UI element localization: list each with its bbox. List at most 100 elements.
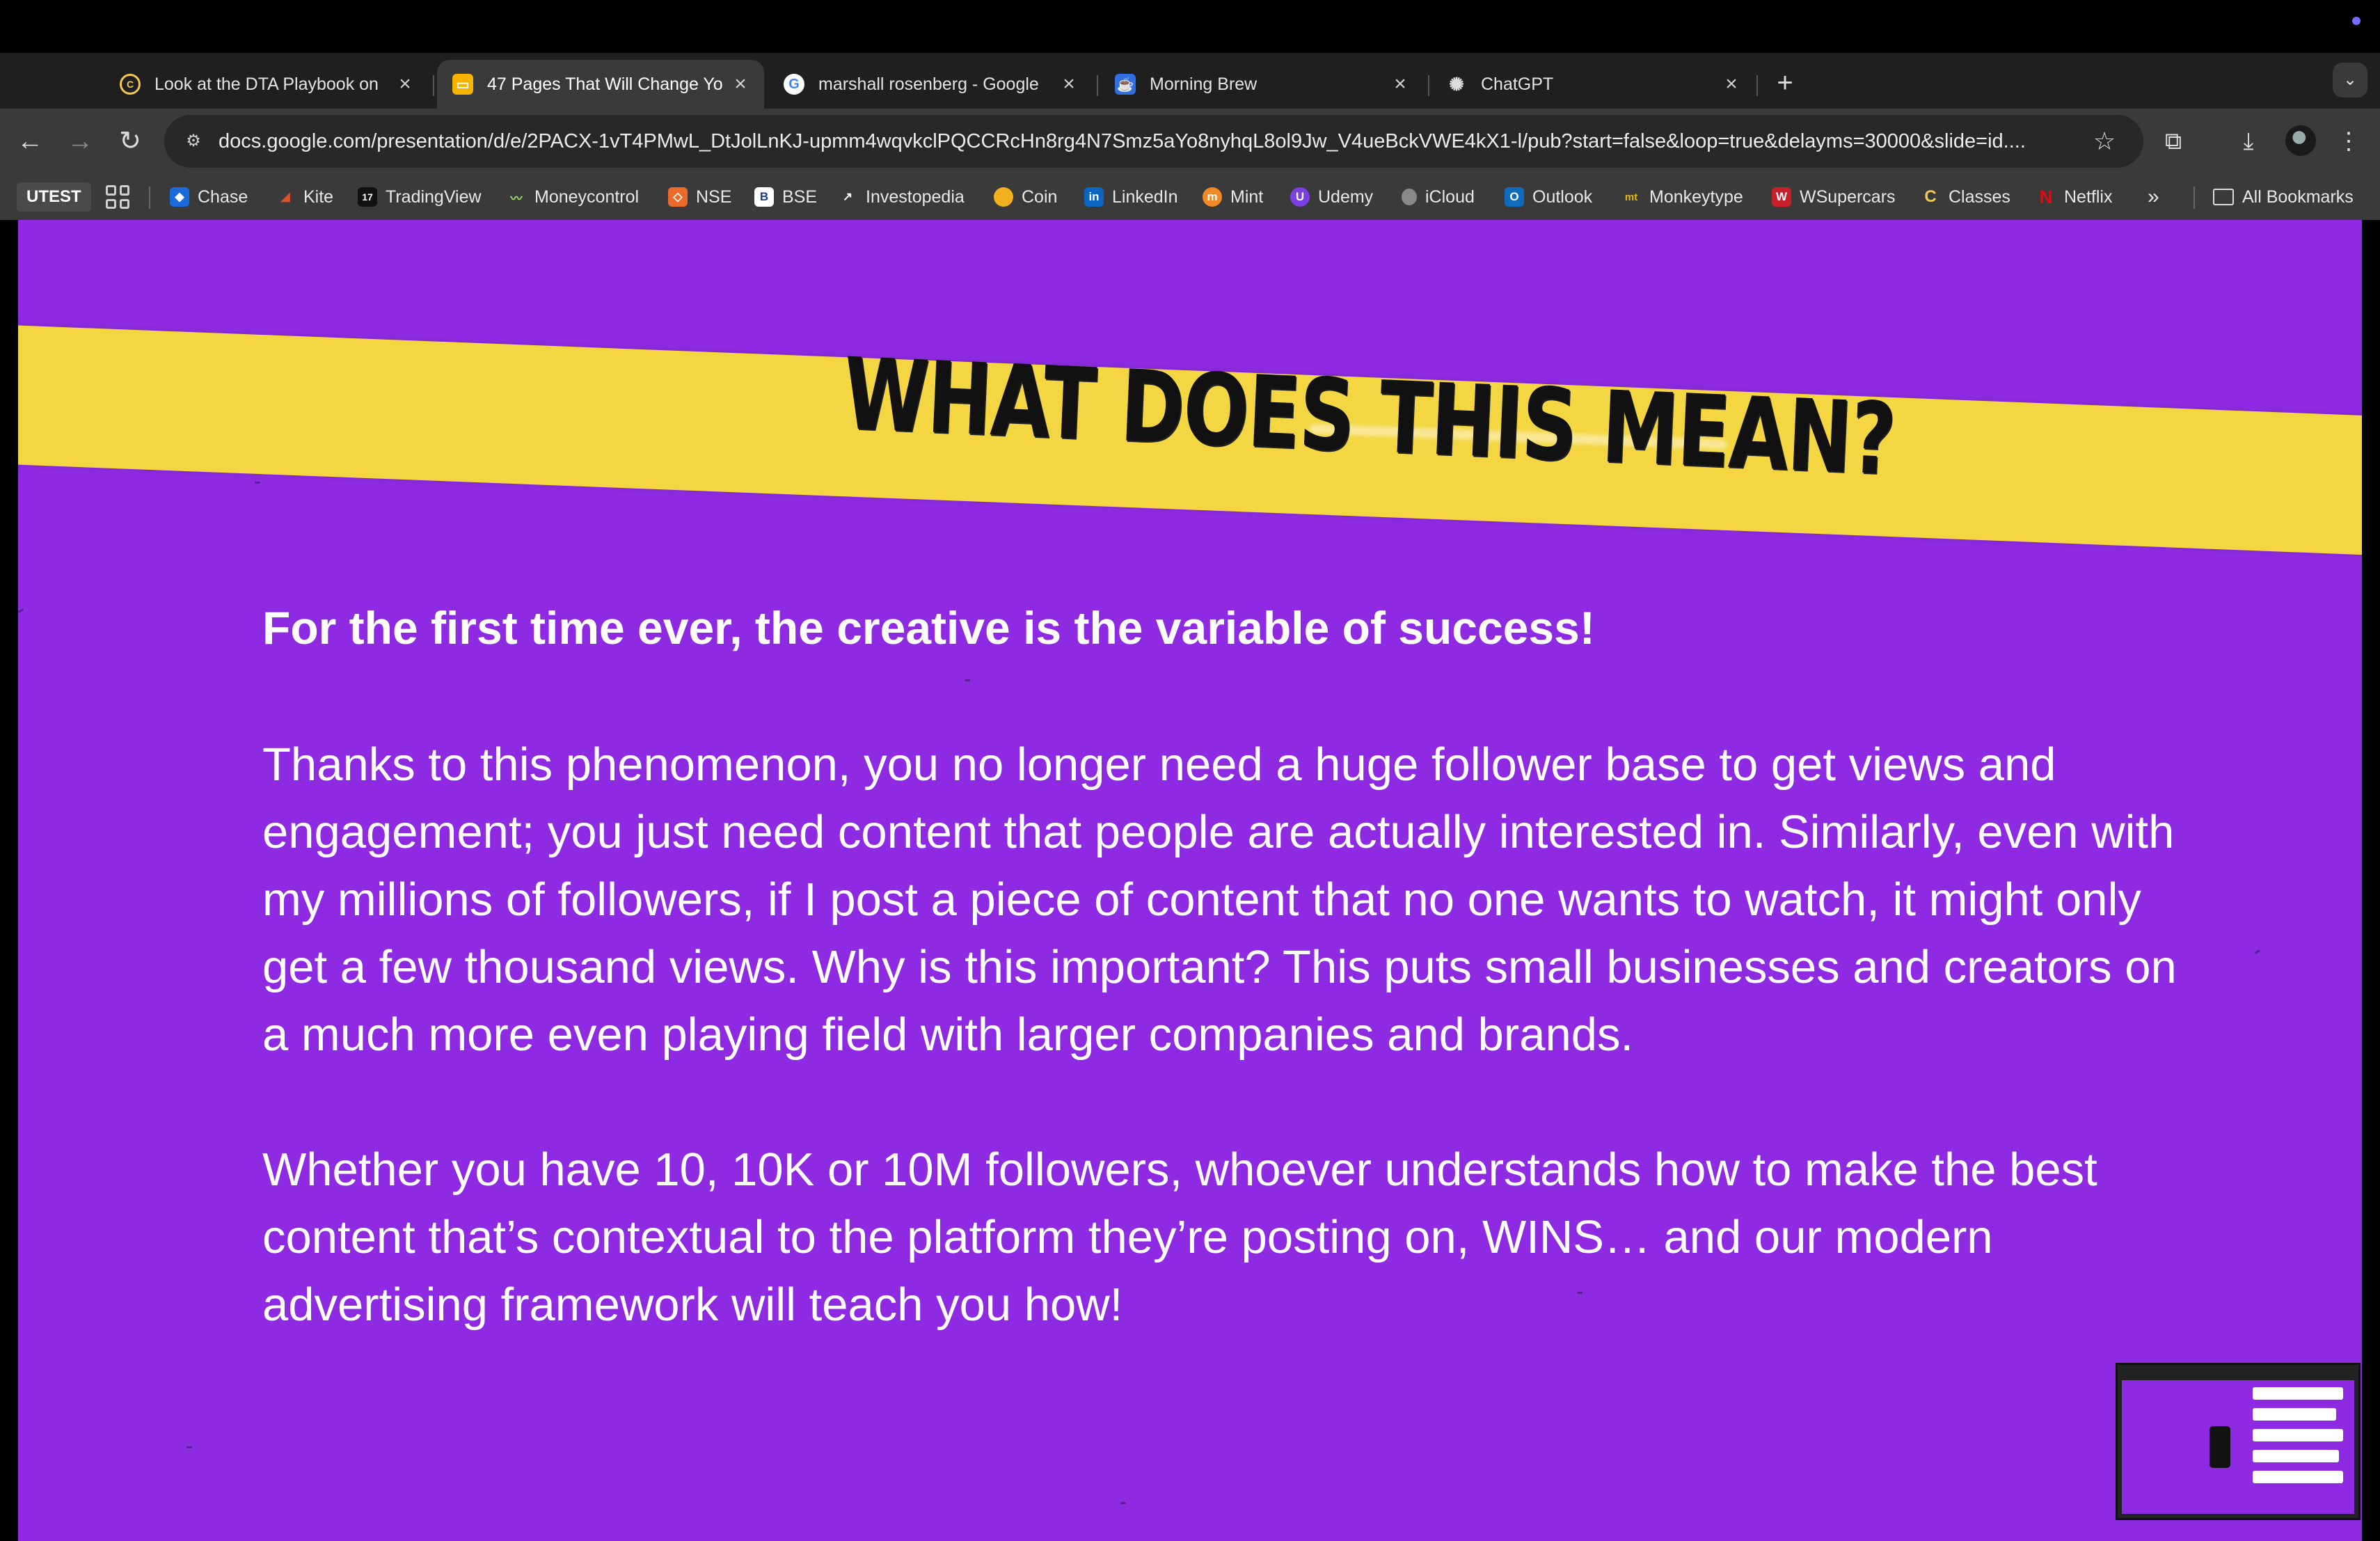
slide-paragraph-1: Thanks to this phenomenon, you no longer… — [262, 738, 2177, 1061]
all-bookmarks[interactable]: All Bookmarks — [2213, 181, 2354, 213]
reload-icon[interactable]: ↻ — [113, 124, 148, 159]
tab-close-icon[interactable]: × — [391, 72, 419, 96]
bookmark-label: Moneycontrol — [534, 187, 640, 207]
bookmark-label: Classes — [1949, 187, 2010, 207]
investopedia-icon: ↗ — [842, 190, 853, 203]
thumbnail-card — [2253, 1471, 2343, 1483]
back-arrow-icon[interactable]: ← — [13, 124, 47, 159]
linkedin-icon: in — [1084, 187, 1104, 207]
udemy-icon: U — [1290, 187, 1310, 207]
bse-icon: B — [754, 187, 774, 207]
chatgpt-icon: ✺ — [1449, 73, 1464, 95]
bookmarks-bar: UTEST ◆ Chase ◢ Kite 17 TradingView 〰 Moneyc… — [0, 174, 2380, 220]
bookmark-label: Udemy — [1318, 187, 1374, 207]
bookmark-udemy[interactable]: U Udemy — [1290, 181, 1373, 213]
extensions-puzzle-icon[interactable]: ⧉ — [2156, 124, 2191, 159]
bookmark-label: iCloud — [1425, 187, 1475, 207]
tab-google-slides[interactable]: ▭ 47 Pages That Will Change Yo × — [437, 60, 764, 109]
classes-c-icon: C — [120, 74, 141, 95]
presentation-slide[interactable]: WHAT DOES THIS MEAN? For the first time … — [18, 220, 2362, 1541]
bookmark-monkeytype[interactable]: mt Monkeytype — [1621, 181, 1743, 213]
new-tab-button[interactable]: + — [1768, 65, 1802, 100]
classes-c-icon: C — [1924, 187, 1937, 206]
texture-speck — [18, 608, 24, 613]
tab-search-chevron-icon[interactable]: ⌄ — [2333, 63, 2367, 97]
bookmark-label: Investopedia — [866, 187, 965, 207]
bookmark-separator — [2193, 187, 2195, 209]
mint-icon: m — [1203, 187, 1222, 207]
monkeytype-icon: mt — [1624, 191, 1638, 203]
bookmark-label: Kite — [303, 187, 334, 207]
bookmark-mint[interactable]: m Mint — [1203, 181, 1263, 213]
outlook-icon: O — [1505, 187, 1524, 207]
address-bar[interactable]: ⚙ docs.google.com/presentation/d/e/2PACX… — [164, 115, 2143, 168]
bookmark-label: Netflix — [2064, 187, 2113, 207]
morning-brew-icon: ☕ — [1115, 74, 1136, 95]
apple-icon — [1402, 189, 1417, 205]
tab-label: ChatGPT — [1481, 74, 1554, 94]
status-dot — [2352, 17, 2361, 25]
coin-icon — [994, 187, 1013, 207]
tab-separator — [1097, 75, 1098, 96]
profile-avatar[interactable] — [2285, 125, 2316, 156]
texture-speck — [965, 679, 970, 681]
tab-close-icon[interactable]: × — [1055, 72, 1083, 96]
bookmark-wsupercars[interactable]: W WSupercars — [1772, 181, 1896, 213]
page-margin-left — [0, 220, 18, 1541]
bookmark-label: BSE — [782, 187, 818, 207]
bookmark-chase[interactable]: ◆ Chase — [170, 181, 248, 213]
bookmark-label: Mint — [1230, 187, 1264, 207]
bookmarks-overflow-icon[interactable]: » — [2148, 181, 2159, 213]
texture-speck — [187, 1446, 192, 1448]
apps-grid-icon[interactable] — [106, 185, 129, 209]
tab-dta-playbook[interactable]: C Look at the DTA Playbook on × — [104, 60, 429, 109]
google-slides-icon: ▭ — [452, 74, 473, 95]
nse-icon: ◇ — [668, 187, 688, 207]
bookmark-coin[interactable]: Coin — [994, 181, 1057, 213]
bookmark-utest[interactable]: UTEST — [17, 182, 91, 212]
site-info-icon[interactable]: ⚙ — [180, 127, 207, 155]
picture-in-picture-thumbnail[interactable] — [2116, 1363, 2361, 1520]
bookmark-moneycontrol[interactable]: 〰 Moneycontrol — [507, 181, 640, 213]
bookmark-label: Monkeytype — [1649, 187, 1743, 207]
chase-icon: ◆ — [170, 187, 189, 207]
bookmark-nse[interactable]: ◇ NSE — [668, 181, 731, 213]
address-url[interactable]: docs.google.com/presentation/d/e/2PACX-1… — [219, 115, 2070, 168]
tab-close-icon[interactable]: × — [727, 72, 754, 96]
bookmark-label: WSupercars — [1800, 187, 1896, 207]
tab-morning-brew[interactable]: ☕ Morning Brew × — [1100, 60, 1424, 109]
more-menu-icon[interactable]: ⋮ — [2331, 124, 2366, 159]
bookmark-netflix[interactable]: N Netflix — [2036, 181, 2113, 213]
bookmark-tradingview[interactable]: 17 TradingView — [358, 181, 482, 213]
thumbnail-phone — [2210, 1426, 2230, 1468]
texture-speck — [1120, 1502, 1126, 1504]
bookmark-investopedia[interactable]: ↗ Investopedia — [838, 181, 965, 213]
tab-label: Morning Brew — [1150, 74, 1258, 94]
texture-speck — [2254, 949, 2261, 954]
bookmark-bse[interactable]: B BSE — [754, 181, 817, 213]
all-bookmarks-label: All Bookmarks — [2242, 187, 2354, 207]
bookmark-classes[interactable]: C Classes — [1921, 181, 2010, 213]
bookmark-icloud[interactable]: iCloud — [1402, 181, 1475, 213]
bookmark-label: Outlook — [1532, 187, 1593, 207]
bookmark-linkedin[interactable]: in LinkedIn — [1084, 181, 1178, 213]
download-icon[interactable]: ⤓ — [2231, 124, 2266, 159]
tab-bar: C Look at the DTA Playbook on × ▭ 47 Pag… — [0, 53, 2380, 109]
tab-label: Look at the DTA Playbook on — [154, 74, 379, 94]
texture-speck — [255, 482, 260, 484]
thumbnail-card — [2253, 1387, 2343, 1400]
bookmark-outlook[interactable]: O Outlook — [1505, 181, 1592, 213]
bookmark-star-icon[interactable]: ☆ — [2089, 126, 2120, 157]
wsupercars-icon: W — [1772, 187, 1791, 207]
tab-label: marshall rosenberg - Google — [818, 74, 1039, 94]
tab-close-icon[interactable]: × — [1717, 72, 1745, 96]
bookmark-kite[interactable]: ◢ Kite — [276, 181, 333, 213]
tab-google-search[interactable]: G marshall rosenberg - Google × — [768, 60, 1093, 109]
page-margin-right — [2362, 220, 2380, 1541]
forward-arrow-icon[interactable]: → — [63, 124, 97, 159]
tab-close-icon[interactable]: × — [1386, 72, 1414, 96]
kite-icon: ◢ — [280, 190, 290, 203]
thumbnail-card — [2253, 1450, 2339, 1462]
tab-chatgpt[interactable]: ✺ ChatGPT × — [1431, 60, 1755, 109]
netflix-icon: N — [2039, 186, 2053, 207]
